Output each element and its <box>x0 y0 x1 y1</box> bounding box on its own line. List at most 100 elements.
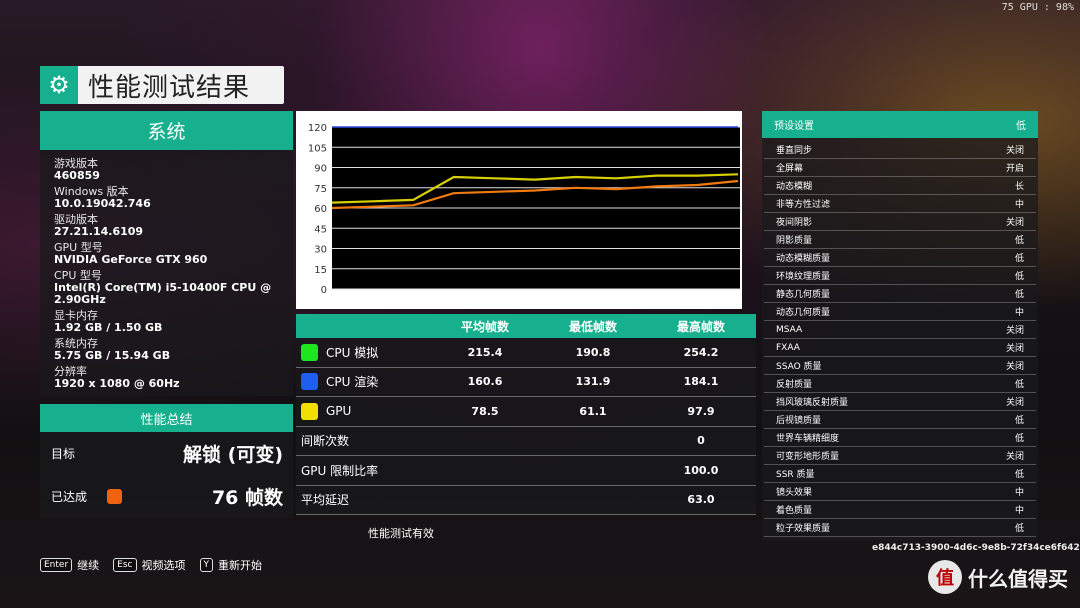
footer-hints: Enter 继续 Esc 视频选项 Y 重新开始 <box>40 557 276 573</box>
y-tick-label: 15 <box>314 265 327 276</box>
system-row: GPU 型号 NVIDIA GeForce GTX 960 <box>54 242 293 266</box>
preset-row: 非等方性过滤 中 <box>764 195 1036 213</box>
fps-avg: 215.4 <box>467 345 503 359</box>
fps-row: GPU 78.5 61.1 97.9 <box>296 397 756 427</box>
fps-max: 184.1 <box>683 375 719 389</box>
preset-row: 粒子效果质量 低 <box>764 519 1036 537</box>
preset-label: FXAA <box>776 342 800 353</box>
preset-value: 低 <box>1014 416 1024 426</box>
preset-row: 镜头效果 中 <box>764 483 1036 501</box>
preset-label: 垂直同步 <box>776 146 813 156</box>
preset-header-value: 低 <box>1016 121 1026 132</box>
page-title: ⚙ 性能测试结果 <box>40 66 284 104</box>
preset-row: 动态模糊质量 低 <box>764 249 1036 267</box>
preset-row: 垂直同步 关闭 <box>764 141 1036 159</box>
system-row-value: Intel(R) Core(TM) i5-10400F CPU @ 2.90GH… <box>54 281 272 306</box>
preset-label: 阴影质量 <box>776 236 813 246</box>
system-row: Windows 版本 10.0.19042.746 <box>54 186 293 210</box>
fps-row: CPU 渲染 160.6 131.9 184.1 <box>296 368 756 397</box>
target-row: 目标 解锁 (可变) <box>40 432 293 475</box>
preset-row: 可变形地形质量 关闭 <box>764 447 1036 465</box>
system-row-value: 27.21.14.6109 <box>54 225 144 238</box>
fps-row: CPU 模拟 215.4 190.8 254.2 <box>296 338 756 368</box>
hint-y-label[interactable]: 重新开始 <box>218 557 262 573</box>
fps-avg: 160.6 <box>467 375 503 389</box>
system-row-value: 10.0.19042.746 <box>54 197 151 210</box>
preset-label: 可变形地形质量 <box>776 452 840 462</box>
chart-y-label: 帧数 <box>302 178 313 198</box>
preset-value: 低 <box>1014 254 1024 264</box>
preset-label: 动态几何质量 <box>776 308 831 318</box>
preset-label: 环境纹理质量 <box>776 272 831 282</box>
key-esc[interactable]: Esc <box>113 558 137 572</box>
preset-value: 低 <box>1014 434 1024 444</box>
hint-esc-label[interactable]: 视频选项 <box>142 557 186 573</box>
preset-label: 夜间阴影 <box>776 218 813 228</box>
preset-label: 静态几何质量 <box>776 290 831 300</box>
achieved-row: 已达成 76 帧数 <box>40 475 293 518</box>
fps-table-header: 平均帧数 最低帧数 最高帧数 <box>296 314 756 338</box>
fps-row-label: CPU 渲染 <box>326 375 379 390</box>
watermark: 值 什么值得买 <box>928 560 1068 594</box>
fps-extra-row: 间断次数 0 <box>296 427 756 456</box>
preset-label: 后视镜质量 <box>776 416 822 426</box>
preset-header: 预设设置 低 <box>762 111 1038 138</box>
y-tick-label: 60 <box>314 204 327 215</box>
target-label: 目标 <box>51 447 76 461</box>
preset-label: MSAA <box>776 324 803 335</box>
fps-min: 190.8 <box>575 345 611 359</box>
preset-value: 低 <box>1014 290 1024 300</box>
y-tick-label: 105 <box>308 143 327 154</box>
preset-row: 世界车辆精细度 低 <box>764 429 1036 447</box>
preset-value: 关闭 <box>1005 452 1024 462</box>
fps-header-max: 最高帧数 <box>676 319 725 334</box>
key-enter[interactable]: Enter <box>40 558 73 572</box>
preset-row: 全屏幕 开启 <box>764 159 1036 177</box>
target-value: 解锁 (可变) <box>183 444 283 466</box>
y-tick-label: 90 <box>314 164 327 175</box>
fps-extra-label: 平均延迟 <box>301 493 350 508</box>
page-title-text: 性能测试结果 <box>88 72 251 103</box>
preset-label: 着色质量 <box>776 506 813 516</box>
preset-value: 关闭 <box>1005 362 1024 372</box>
system-row-value: 5.75 GB / 15.94 GB <box>54 349 171 362</box>
system-row: 分辨率 1920 x 1080 @ 60Hz <box>54 366 293 390</box>
key-y[interactable]: Y <box>199 558 213 572</box>
fps-extra-row: GPU 限制比率 100.0 <box>296 456 756 486</box>
preset-value: 低 <box>1014 470 1024 480</box>
preset-value: 低 <box>1014 236 1024 246</box>
series-color-swatch <box>301 373 318 391</box>
fps-extra-label: GPU 限制比率 <box>301 463 379 478</box>
benchmark-hash: e844c713-3900-4d6c-9e8b-72f34ce6f642 <box>872 543 1080 553</box>
hint-enter-label[interactable]: 继续 <box>77 557 99 573</box>
preset-row: MSAA 关闭 <box>764 321 1036 339</box>
fps-row-label-cell: GPU <box>296 402 431 420</box>
fps-max: 97.9 <box>687 404 715 418</box>
fps-table: 平均帧数 最低帧数 最高帧数 CPU 模拟 215.4 190.8 254.2 CPU … <box>296 314 756 515</box>
achieved-color-swatch <box>107 489 123 504</box>
preset-value: 中 <box>1014 200 1024 210</box>
fps-header-avg: 平均帧数 <box>460 319 509 334</box>
preset-row: 动态模糊 长 <box>764 177 1036 195</box>
chart-x-label: 时间 <box>513 296 533 307</box>
preset-row: 着色质量 中 <box>764 501 1036 519</box>
preset-value: 关闭 <box>1005 326 1024 336</box>
system-row: CPU 型号 Intel(R) Core(TM) i5-10400F CPU @ … <box>54 270 293 306</box>
preset-value: 中 <box>1014 308 1024 318</box>
fps-header-min: 最低帧数 <box>568 319 617 334</box>
fps-overlay: 75 GPU : 98% <box>1001 2 1074 13</box>
preset-value: 中 <box>1014 488 1024 498</box>
preset-value: 中 <box>1014 506 1024 516</box>
preset-settings-panel: 预设设置 低 垂直同步 关闭 全屏幕 开启 动态模糊长非等方性过滤中夜间阴影 关闭 阴影质量… <box>762 111 1038 541</box>
preset-row: SSAO 质量 关闭 <box>764 357 1036 375</box>
preset-row: 夜间阴影 关闭 <box>764 213 1036 231</box>
fps-min: 131.9 <box>575 375 611 389</box>
y-tick-label: 75 <box>314 184 327 195</box>
preset-list: 垂直同步 关闭 全屏幕 开启 动态模糊长非等方性过滤中夜间阴影 关闭 阴影质量低动态模糊质量… <box>762 138 1038 541</box>
system-row-value: 1.92 GB / 1.50 GB <box>54 321 163 334</box>
system-row-value: 1920 x 1080 @ 60Hz <box>54 377 180 390</box>
perf-valid-text: 性能测试有效 <box>368 527 434 540</box>
preset-label: 反射质量 <box>776 380 813 390</box>
achieved-label: 已达成 <box>51 490 88 504</box>
watermark-logo: 值 <box>928 560 962 594</box>
